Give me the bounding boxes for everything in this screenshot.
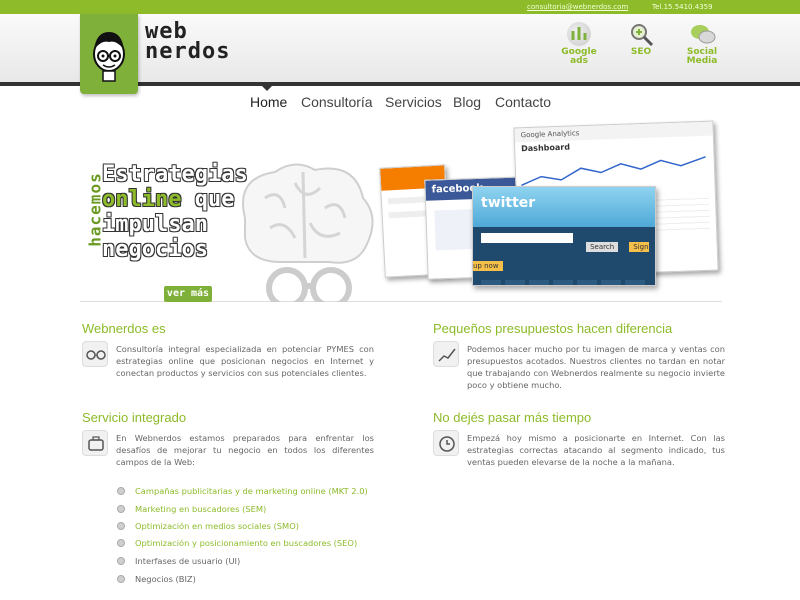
list-item[interactable]: Marketing en buscadores (SEM) bbox=[117, 503, 379, 520]
nav-active-indicator bbox=[262, 86, 272, 91]
hero-line-4: negocios bbox=[102, 237, 208, 262]
hero-banner: hacemos Estrategias online que impulsan … bbox=[80, 120, 722, 302]
section-title: Pequeños presupuestos hacen diferencia bbox=[433, 321, 673, 336]
glasses-icon bbox=[82, 341, 108, 367]
section-presupuestos: Pequeños presupuestos hacen diferencia P… bbox=[433, 321, 725, 391]
list-item-label: Campañas publicitarias y de marketing on… bbox=[135, 486, 368, 496]
list-item[interactable]: Optimización y posicionamiento en buscad… bbox=[117, 537, 379, 555]
list-item-label: Optimización en medios sociales (SMO) bbox=[135, 520, 299, 531]
google-ads-icon bbox=[567, 22, 591, 46]
seo-label: SEO bbox=[630, 47, 652, 57]
chart-icon bbox=[433, 341, 459, 367]
briefcase-icon bbox=[82, 430, 108, 456]
bullet-icon bbox=[117, 556, 125, 565]
section-servicio-integrado: Servicio integrado En Webnerdos estamos … bbox=[82, 410, 374, 468]
clock-icon bbox=[433, 430, 459, 456]
bullet-icon bbox=[117, 521, 125, 530]
social-media-label-2: Media bbox=[686, 56, 718, 66]
twitter-title: twitter bbox=[473, 187, 655, 227]
contact-phone: Tel.15.5410.4359 bbox=[652, 3, 713, 11]
bullet-icon bbox=[117, 574, 125, 583]
contact-email-link[interactable]: consultoria@webnerdos.com bbox=[527, 3, 628, 11]
list-item-label: Negocios (BIZ) bbox=[135, 573, 196, 584]
social-media-link[interactable]: Social Media bbox=[679, 22, 725, 66]
brain-nerd-illustration bbox=[242, 163, 374, 302]
bullet-icon bbox=[117, 538, 125, 547]
social-media-icon bbox=[690, 22, 716, 46]
hero-line-3: impulsan bbox=[102, 212, 208, 237]
google-ads-link[interactable]: Google ads bbox=[556, 22, 602, 66]
section-text: Consultoría integral especializada en po… bbox=[116, 344, 374, 378]
section-title: No dejés pasar más tiempo bbox=[433, 410, 592, 425]
seo-link[interactable]: SEO bbox=[618, 22, 664, 57]
twitter-signup-button: Sign up now bbox=[473, 242, 649, 271]
section-text: En Webnerdos estamos preparados para enf… bbox=[116, 433, 374, 467]
list-item[interactable]: Campañas publicitarias y de marketing on… bbox=[117, 485, 379, 503]
section-title: Servicio integrado bbox=[82, 410, 187, 425]
list-item-label: Interfases de usuario (UI) bbox=[135, 555, 241, 566]
nav-servicios[interactable]: Servicios bbox=[385, 94, 442, 110]
hero-line-2a: online bbox=[102, 187, 182, 212]
hero-line-2: online que bbox=[102, 187, 234, 212]
nav-home[interactable]: Home bbox=[250, 94, 287, 110]
twitter-screenshot: twitter Search Sign up now bbox=[472, 186, 656, 286]
list-item-label: Marketing en buscadores (SEM) bbox=[135, 503, 267, 514]
section-text: Empezá hoy mismo a posicionarte en Inter… bbox=[467, 433, 725, 467]
nav-consultoria[interactable]: Consultoría bbox=[301, 94, 373, 110]
section-webnerdos-es: Webnerdos es Consultoría integral especi… bbox=[82, 321, 374, 379]
seo-magnifier-icon bbox=[629, 22, 654, 47]
google-ads-label-2: ads bbox=[570, 56, 588, 66]
logo-line-2: nerdos bbox=[145, 39, 231, 64]
bullet-icon bbox=[117, 504, 125, 513]
top-bar: consultoria@webnerdos.com Tel.15.5410.43… bbox=[0, 0, 800, 14]
nav-blog[interactable]: Blog bbox=[453, 94, 481, 110]
ver-mas-button[interactable]: ver más bbox=[164, 286, 212, 302]
list-item: Interfases de usuario (UI) bbox=[117, 555, 379, 573]
services-list: Campañas publicitarias y de marketing on… bbox=[117, 485, 379, 590]
list-item: Negocios (BIZ) bbox=[117, 573, 379, 591]
section-title: Webnerdos es bbox=[82, 321, 166, 336]
list-item-label: Optimización y posicionamiento en buscad… bbox=[135, 537, 358, 548]
list-item[interactable]: Optimización en medios sociales (SMO) bbox=[117, 520, 379, 537]
logo-wordmark[interactable]: web nerdos bbox=[145, 21, 231, 64]
bullet-icon bbox=[117, 487, 125, 495]
section-text: Podemos hacer mucho por tu imagen de mar… bbox=[467, 344, 725, 390]
nav-contacto[interactable]: Contacto bbox=[495, 94, 551, 110]
section-no-dejes: No dejés pasar más tiempo Empezá hoy mis… bbox=[433, 410, 725, 468]
twitter-search-button: Search bbox=[586, 242, 619, 252]
logo-badge[interactable] bbox=[80, 14, 138, 94]
nerd-face-icon bbox=[93, 32, 125, 82]
